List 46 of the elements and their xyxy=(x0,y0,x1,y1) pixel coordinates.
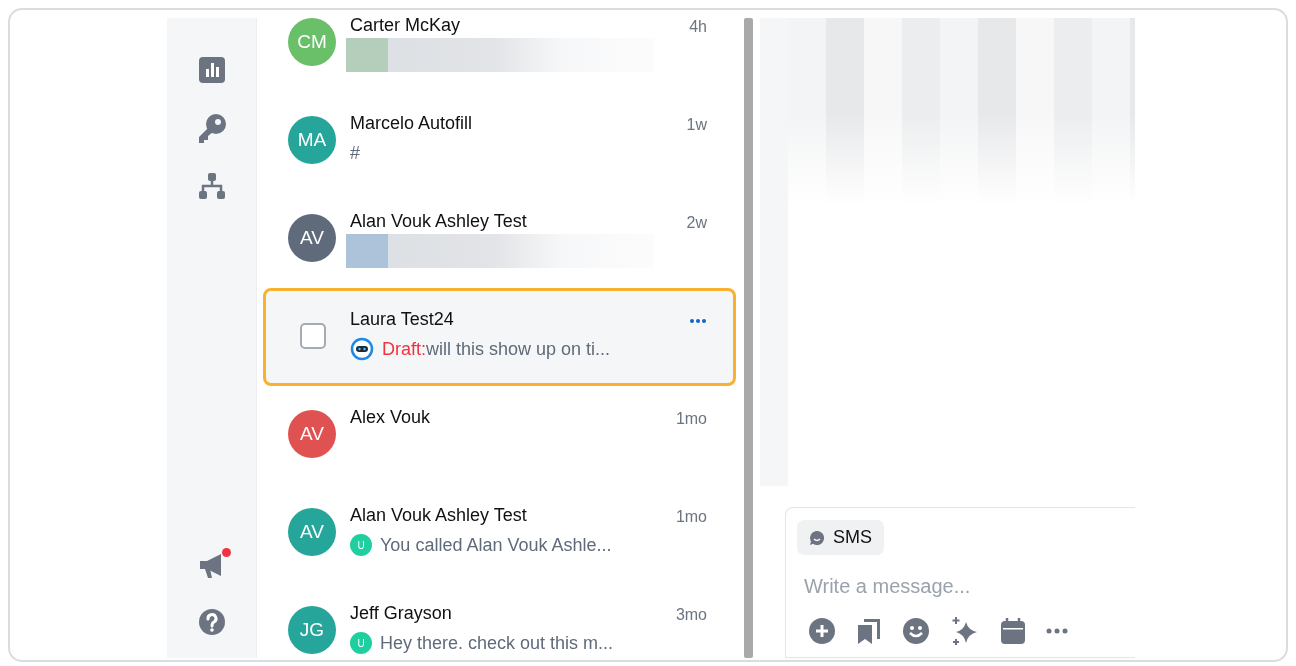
chat-bubble-icon xyxy=(809,529,825,546)
help-icon[interactable] xyxy=(197,608,226,636)
more-icon[interactable] xyxy=(1046,628,1068,634)
avatar: AV xyxy=(288,508,336,556)
bookmarks-icon[interactable] xyxy=(856,617,882,645)
avatar: CM xyxy=(288,18,336,66)
avatar: MA xyxy=(288,116,336,164)
hierarchy-icon[interactable] xyxy=(197,172,226,200)
avatar: AV xyxy=(288,410,336,458)
contact-name: Alan Vouk Ashley Test xyxy=(350,210,528,232)
timestamp: 1w xyxy=(686,116,707,134)
message-preview: You called Alan Vouk Ashle... xyxy=(380,534,612,556)
message-preview: Hey there. check out this m... xyxy=(380,632,614,654)
user-badge: U xyxy=(350,632,372,654)
conversation-item[interactable]: AV Alan Vouk Ashley Test 2w xyxy=(263,190,736,288)
timestamp: 2w xyxy=(686,214,707,232)
timestamp: 1mo xyxy=(675,410,707,428)
conversation-item[interactable]: JG Jeff Grayson U Hey there. check out this m... 3mo xyxy=(263,582,736,658)
conversation-item[interactable]: AV Alex Vouk 1mo xyxy=(263,386,736,484)
scrollbar[interactable] xyxy=(744,18,753,658)
more-icon[interactable] xyxy=(689,318,707,324)
contact-name: Carter McKay xyxy=(350,14,462,36)
contact-name: Alex Vouk xyxy=(350,406,432,428)
avatar: AV xyxy=(288,214,336,262)
conversation-item[interactable]: AV Alan Vouk Ashley Test U You called Alan Vouk Ashle... 1mo xyxy=(263,484,736,582)
contact-name: Jeff Grayson xyxy=(350,602,453,624)
calendar-icon[interactable] xyxy=(1000,617,1026,645)
add-icon[interactable] xyxy=(808,617,836,645)
timestamp: 1mo xyxy=(675,508,707,526)
conversation-item[interactable]: Laura Test24 Draft:will this show up on ti... xyxy=(263,288,736,386)
message-preview: # xyxy=(350,142,360,164)
user-badge: U xyxy=(350,534,372,556)
checkbox[interactable] xyxy=(300,323,326,349)
draft-preview: Draft:will this show up on ti... xyxy=(382,338,611,360)
avatar: JG xyxy=(288,606,336,654)
contact-name: Laura Test24 xyxy=(350,308,455,330)
conversation-item[interactable]: CM Carter McKay 4h xyxy=(263,10,736,92)
channel-chip[interactable]: SMS xyxy=(797,520,884,555)
emoji-icon[interactable] xyxy=(902,617,930,645)
contact-name: Alan Vouk Ashley Test xyxy=(350,504,528,526)
conversation-item[interactable]: MA Marcelo Autofill # 1w xyxy=(263,92,736,190)
contact-name: Marcelo Autofill xyxy=(350,112,474,134)
robot-icon xyxy=(350,337,374,361)
timestamp: 3mo xyxy=(675,606,707,624)
timestamp: 4h xyxy=(689,18,707,36)
chart-icon[interactable] xyxy=(197,56,226,84)
